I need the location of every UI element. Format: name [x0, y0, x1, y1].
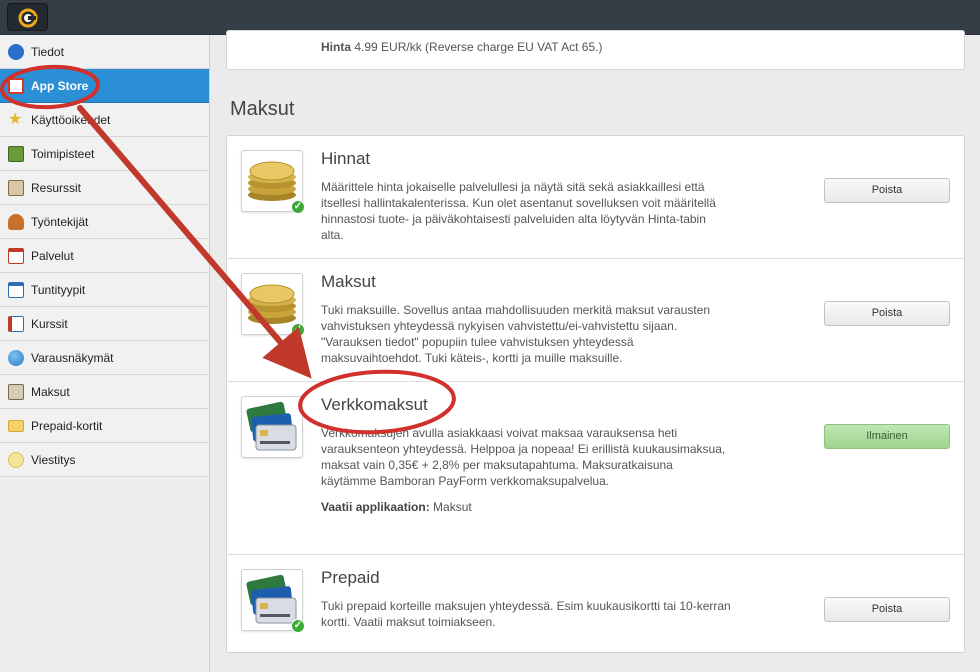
installed-check-icon: ✓	[291, 619, 305, 633]
app-row-maksut: ✓ Maksut Tuki maksuille. Sovellus antaa …	[227, 259, 964, 382]
app-thumbnail: ✓	[241, 150, 305, 214]
sidebar-item-palvelut[interactable]: Palvelut	[0, 239, 209, 273]
message-icon	[8, 451, 24, 468]
sidebar-item-toimipisteet[interactable]: Toimipisteet	[0, 137, 209, 171]
app-title: Maksut	[321, 272, 376, 291]
resource-icon	[8, 179, 24, 196]
app-thumbnail: ✓	[241, 273, 305, 337]
sidebar-item-tuntityypit[interactable]: Tuntityypit	[0, 273, 209, 307]
apps-panel: ✓ Hinnat Määrittele hinta jokaiselle pal…	[226, 135, 965, 653]
price-line: Hinta 4.99 EUR/kk (Reverse charge EU VAT…	[321, 40, 602, 54]
sidebar-item-kayttooikeudet[interactable]: ★ Käyttöoikeudet	[0, 103, 209, 137]
app-description: Määrittele hinta jokaiselle palvelullesi…	[321, 180, 716, 242]
app-title: Prepaid	[321, 568, 380, 587]
sidebar: Tiedot App Store ★ Käyttöoikeudet Toimip…	[0, 35, 210, 672]
main-content: Hinta 4.99 EUR/kk (Reverse charge EU VAT…	[211, 30, 980, 672]
app-description: Tuki prepaid korteille maksujen yhteydes…	[321, 599, 731, 629]
sidebar-item-tiedot[interactable]: Tiedot	[0, 35, 209, 69]
sidebar-item-label: Kurssit	[31, 316, 68, 331]
home-logo-button[interactable]	[7, 3, 48, 31]
course-icon	[8, 315, 24, 332]
previous-app-card: Hinta 4.99 EUR/kk (Reverse charge EU VAT…	[226, 30, 965, 70]
sidebar-item-varausnakymat[interactable]: Varausnäkymät	[0, 341, 209, 375]
sidebar-item-label: Toimipisteet	[31, 146, 95, 161]
sidebar-item-label: Viestitys	[31, 452, 76, 467]
price-text: 4.99 EUR/kk (Reverse charge EU VAT Act 6…	[354, 40, 603, 54]
payments-icon	[8, 383, 24, 400]
requires-label: Vaatii applikaation:	[321, 500, 430, 514]
app-row-prepaid: ✓ Prepaid Tuki prepaid korteille maksuje…	[227, 555, 964, 654]
star-icon: ★	[8, 110, 23, 128]
sidebar-item-label: Käyttöoikeudet	[31, 112, 111, 127]
sidebar-item-kurssit[interactable]: Kurssit	[0, 307, 209, 341]
sidebar-item-label: App Store	[31, 78, 89, 93]
sidebar-item-prepaid-kortit[interactable]: Prepaid-kortit	[0, 409, 209, 443]
location-icon	[8, 145, 24, 162]
installed-check-icon: ✓	[291, 200, 305, 214]
app-title: Hinnat	[321, 149, 371, 168]
remove-button[interactable]: Poista	[824, 597, 950, 622]
app-row-verkkomaksut: Verkkomaksut Verkkomaksujen avulla asiak…	[227, 382, 964, 555]
sidebar-item-maksut[interactable]: Maksut	[0, 375, 209, 409]
sidebar-item-label: Varausnäkymät	[31, 350, 114, 365]
globe-icon	[8, 349, 24, 366]
sidebar-item-label: Prepaid-kortit	[31, 418, 103, 433]
app-thumbnail: ✓	[241, 569, 305, 633]
sidebar-item-label: Työntekijät	[31, 214, 89, 229]
card-icon	[8, 419, 24, 432]
sidebar-item-label: Tiedot	[31, 44, 64, 59]
sidebar-item-label: Palvelut	[31, 248, 74, 263]
requires-app-line: Vaatii applikaation: Maksut	[321, 500, 472, 514]
app-title: Verkkomaksut	[321, 395, 428, 414]
section-title: Maksut	[230, 98, 295, 120]
sidebar-item-app-store[interactable]: App Store	[0, 69, 209, 103]
sidebar-item-tyontekijat[interactable]: Työntekijät	[0, 205, 209, 239]
requires-value: Maksut	[433, 500, 472, 514]
app-thumbnail	[241, 396, 303, 458]
brand-logo-icon	[18, 8, 38, 28]
remove-button[interactable]: Poista	[824, 178, 950, 203]
price-label: Hinta	[321, 40, 351, 54]
sidebar-item-viestitys[interactable]: Viestitys	[0, 443, 209, 477]
sidebar-item-resurssit[interactable]: Resurssit	[0, 171, 209, 205]
app-description: Tuki maksuille. Sovellus antaa mahdollis…	[321, 303, 711, 365]
sidebar-item-label: Resurssit	[31, 180, 82, 195]
install-free-button[interactable]: Ilmainen	[824, 424, 950, 449]
app-row-hinnat: ✓ Hinnat Määrittele hinta jokaiselle pal…	[227, 136, 964, 259]
people-icon	[8, 213, 24, 230]
info-icon	[8, 43, 24, 60]
installed-check-icon: ✓	[291, 323, 305, 337]
calendar-grid-icon	[8, 281, 24, 298]
store-icon	[8, 77, 24, 94]
app-description: Verkkomaksujen avulla asiakkaasi voivat …	[321, 426, 726, 488]
credit-cards-icon	[246, 401, 297, 451]
remove-button[interactable]: Poista	[824, 301, 950, 326]
sidebar-item-label: Maksut	[31, 384, 70, 399]
calendar-icon	[8, 247, 24, 264]
sidebar-item-label: Tuntityypit	[31, 282, 86, 297]
